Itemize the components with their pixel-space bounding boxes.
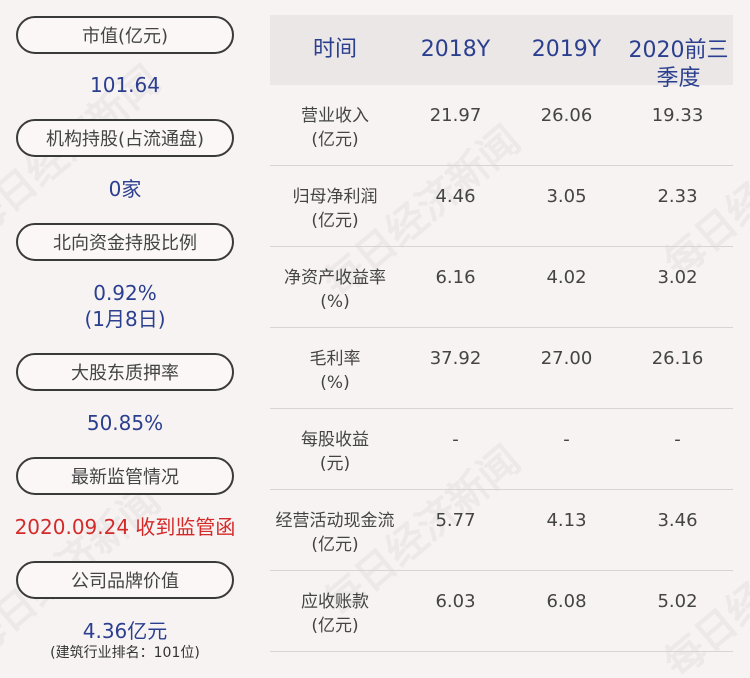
institutional-holdings-label: 机构持股(占流通盘): [16, 119, 234, 157]
table-cell: 26.06: [540, 105, 593, 126]
table-cell: 26.16: [651, 348, 704, 369]
row-label-cell: 毛利率 (%): [270, 328, 400, 408]
brand-value-label: 公司品牌价值: [16, 561, 234, 599]
header-time: 时间: [312, 37, 357, 62]
row-label-cell: 应收账款 (亿元): [270, 571, 400, 651]
table-cell: 3.46: [657, 510, 698, 531]
table-cell: 4.02: [546, 267, 587, 288]
table-row: 毛利率 (%) 37.92 27.00 26.16: [270, 328, 733, 409]
table-cell: 37.92: [429, 348, 482, 369]
row-label: 应收账款: [301, 592, 369, 612]
table-cell: 3.05: [546, 186, 587, 207]
table-cell: 27.00: [540, 348, 593, 369]
table-cell: -: [563, 429, 570, 450]
table-cell: -: [674, 429, 681, 450]
row-label-cell: 净资产收益率 (%): [270, 247, 400, 327]
table-cell: 19.33: [651, 105, 704, 126]
table-row: 净资产收益率 (%) 6.16 4.02 3.02: [270, 247, 733, 328]
table-row: 营业收入 (亿元) 21.97 26.06 19.33: [270, 85, 733, 166]
row-label: 经营活动现金流: [275, 511, 395, 531]
table-cell: -: [452, 429, 459, 450]
header-2020q3: 2020前三季度: [628, 38, 729, 91]
table-cell: 5.77: [435, 510, 476, 531]
table-cell: 4.13: [546, 510, 587, 531]
row-unit: (亿元): [311, 535, 359, 555]
table-cell: 21.97: [429, 105, 482, 126]
brand-value-rank: (建筑行业排名：101位): [50, 645, 200, 661]
table-row: 应收账款 (亿元) 6.03 6.08 5.02: [270, 571, 733, 652]
brand-value-value: 4.36亿元: [82, 619, 168, 643]
row-label: 每股收益: [301, 430, 369, 450]
row-label-cell: 营业收入 (亿元): [270, 85, 400, 165]
table-cell: 3.02: [657, 267, 698, 288]
northbound-ratio-value: 0.92%: [93, 281, 157, 305]
table-header: 时间 2018Y 2019Y 2020前三季度: [270, 15, 733, 91]
market-cap-label: 市值(亿元): [16, 16, 234, 54]
table-row: 经营活动现金流 (亿元) 5.77 4.13 3.46: [270, 490, 733, 571]
header-2018: 2018Y: [420, 37, 491, 62]
row-unit: (元): [319, 454, 351, 474]
row-unit: (%): [320, 373, 350, 393]
table-cell: 6.03: [435, 591, 476, 612]
table-cell: 5.02: [657, 591, 698, 612]
market-cap-value: 101.64: [90, 73, 160, 97]
row-label: 净资产收益率: [284, 268, 386, 288]
pledge-rate-label: 大股东质押率: [16, 353, 234, 391]
row-label-cell: 每股收益 (元): [270, 409, 400, 489]
header-2019: 2019Y: [531, 37, 602, 62]
row-label-cell: 经营活动现金流 (亿元): [270, 490, 400, 570]
row-label: 归母净利润: [292, 187, 378, 207]
row-label-cell: 归母净利润 (亿元): [270, 166, 400, 246]
table-cell: 6.08: [546, 591, 587, 612]
row-unit: (%): [320, 292, 350, 312]
pledge-rate-value: 50.85%: [86, 411, 164, 435]
institutional-holdings-value: 0家: [108, 177, 142, 201]
row-unit: (亿元): [311, 211, 359, 231]
table-cell: 6.16: [435, 267, 476, 288]
row-unit: (亿元): [311, 130, 359, 150]
row-label: 毛利率: [309, 349, 361, 369]
regulatory-status-label: 最新监管情况: [16, 457, 234, 495]
northbound-ratio-date: (1月8日): [84, 307, 166, 331]
row-unit: (亿元): [311, 616, 359, 636]
northbound-ratio-label: 北向资金持股比例: [16, 223, 234, 261]
table-row: 归母净利润 (亿元) 4.46 3.05 2.33: [270, 166, 733, 247]
row-label: 营业收入: [301, 106, 369, 126]
table-cell: 2.33: [657, 186, 698, 207]
regulatory-status-value: 2020.09.24 收到监管函: [14, 515, 236, 539]
table-cell: 4.46: [435, 186, 476, 207]
table-row: 每股收益 (元) - - -: [270, 409, 733, 490]
